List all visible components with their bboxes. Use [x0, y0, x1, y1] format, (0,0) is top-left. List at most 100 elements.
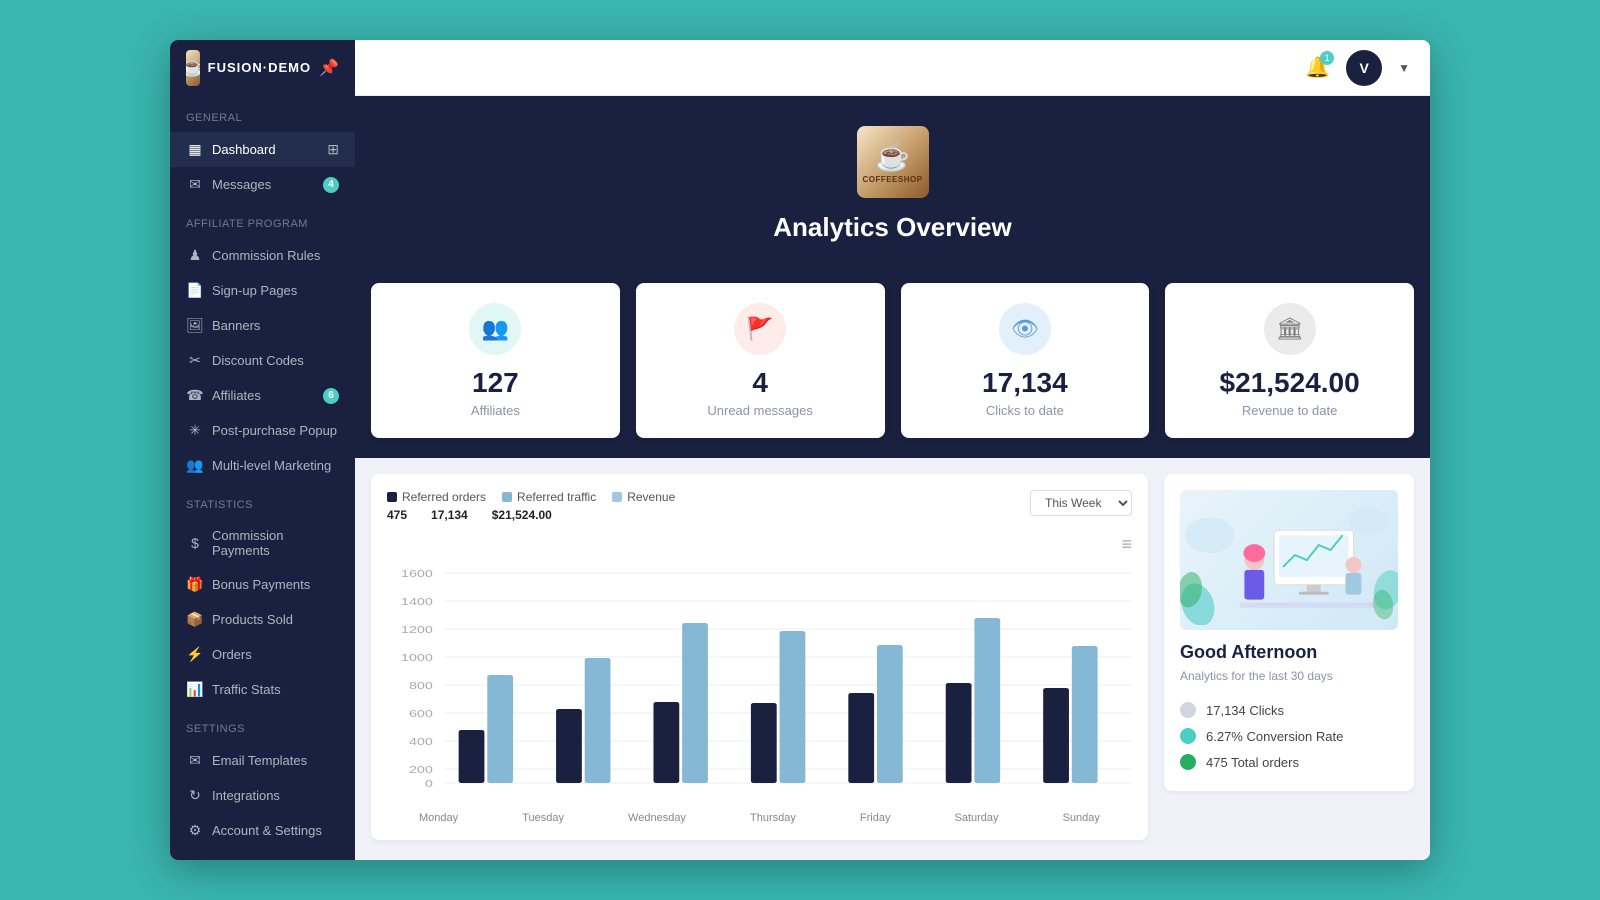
bar-thursday[interactable]	[751, 631, 805, 783]
discount-icon: ✂	[186, 352, 204, 369]
page-title: Analytics Overview	[375, 212, 1410, 243]
greeting-svg	[1180, 495, 1398, 625]
analytics-label-clicks: 17,134 Clicks	[1206, 703, 1284, 718]
svg-text:200: 200	[409, 764, 433, 775]
sidebar-item-sign-up-pages[interactable]: 📄 Sign-up Pages	[170, 273, 355, 308]
sidebar-item-post-purchase[interactable]: ✳ Post-purchase Popup	[170, 413, 355, 448]
bar-monday[interactable]	[459, 675, 513, 783]
revenue-stat-icon: 🏛	[1264, 303, 1316, 355]
sidebar-item-affiliates[interactable]: ☎ Affiliates 6	[170, 378, 355, 413]
legend-label-referred-orders: Referred orders	[402, 490, 486, 504]
x-label-sunday: Sunday	[1063, 812, 1100, 824]
commission-payments-icon: $	[186, 535, 204, 551]
email-templates-icon: ✉	[186, 752, 204, 769]
sidebar-item-banners[interactable]: 🖼 Banners	[170, 308, 355, 343]
sidebar-item-discount-codes[interactable]: ✂ Discount Codes	[170, 343, 355, 378]
notification-badge: 1	[1320, 51, 1334, 65]
analytics-dot-orders	[1180, 754, 1196, 770]
top-bar-right: 🔔 1 V ▼	[1305, 50, 1410, 86]
sidebar-item-commission-payments[interactable]: $ Commission Payments	[170, 519, 355, 567]
sidebar-label-products-sold: Products Sold	[212, 612, 293, 627]
sidebar-label-sign-up-pages: Sign-up Pages	[212, 283, 297, 298]
bar-wednesday[interactable]	[653, 623, 707, 783]
notification-bell[interactable]: 🔔 1	[1305, 55, 1330, 80]
commission-rules-icon: ♟	[186, 247, 204, 264]
sidebar-label-commission-payments: Commission Payments	[212, 528, 339, 558]
sidebar-item-orders[interactable]: ⚡ Orders	[170, 637, 355, 672]
user-avatar[interactable]: V	[1346, 50, 1382, 86]
bar-friday[interactable]	[848, 645, 902, 783]
pin-icon[interactable]: 📌	[319, 58, 339, 78]
mlm-icon: 👥	[186, 457, 204, 474]
legend-label-referred-traffic: Referred traffic	[517, 490, 596, 504]
chart-panel: Referred orders Referred traffic Revenue	[371, 474, 1148, 840]
revenue-stat-label: Revenue to date	[1181, 403, 1398, 418]
bar-chart: 1600 1400 1200 1000 800 600 400 200 0	[387, 563, 1132, 803]
shop-logo: ☕ COFFEESHOP	[857, 126, 929, 198]
legend-dot-revenue	[612, 492, 622, 502]
svg-text:1200: 1200	[401, 624, 433, 635]
affiliates-icon: ☎	[186, 387, 204, 404]
banners-icon: 🖼	[186, 317, 204, 334]
sidebar-label-messages: Messages	[212, 177, 271, 192]
sidebar-item-dashboard[interactable]: ▦ Dashboard ⊞	[170, 132, 355, 167]
app-logo: ☕	[186, 50, 200, 86]
chart-filter-select[interactable]: This Week Last Week This Month Last Mont…	[1030, 490, 1132, 516]
products-sold-icon: 📦	[186, 611, 204, 628]
analytics-label-conversion: 6.27% Conversion Rate	[1206, 729, 1343, 744]
content-area: ☕ COFFEESHOP Analytics Overview 👥 127 Af…	[355, 96, 1430, 860]
sidebar-item-email-templates[interactable]: ✉ Email Templates	[170, 743, 355, 778]
chart-filter[interactable]: This Week Last Week This Month Last Mont…	[1030, 490, 1132, 516]
chart-stat-value-revenue: $21,524.00	[492, 508, 552, 522]
legend-referred-traffic: Referred traffic	[502, 490, 596, 504]
analytics-dot-clicks	[1180, 702, 1196, 718]
hero-section: ☕ COFFEESHOP Analytics Overview	[355, 96, 1430, 283]
traffic-icon: 📊	[186, 681, 204, 698]
sidebar-label-bonus-payments: Bonus Payments	[212, 577, 310, 592]
analytics-list: 17,134 Clicks 6.27% Conversion Rate 475 …	[1180, 697, 1398, 775]
dashboard-icon-right: ⊞	[327, 141, 339, 158]
sidebar-label-email-templates: Email Templates	[212, 753, 307, 768]
signup-pages-icon: 📄	[186, 282, 204, 299]
sidebar-item-mlm[interactable]: 👥 Multi-level Marketing	[170, 448, 355, 483]
sidebar-label-account-settings: Account & Settings	[212, 823, 322, 838]
user-dropdown-arrow[interactable]: ▼	[1398, 61, 1410, 75]
sidebar-item-traffic-stats[interactable]: 📊 Traffic Stats	[170, 672, 355, 707]
sidebar-label-traffic-stats: Traffic Stats	[212, 682, 281, 697]
sidebar-item-bonus-payments[interactable]: 🎁 Bonus Payments	[170, 567, 355, 602]
bar-tuesday[interactable]	[556, 658, 610, 783]
sidebar-item-integrations[interactable]: ↻ Integrations	[170, 778, 355, 813]
chart-menu-icon[interactable]: ≡	[387, 534, 1132, 555]
legend-referred-orders: Referred orders	[387, 490, 486, 504]
affiliates-stat-number: 127	[387, 367, 604, 399]
analytics-label-orders: 475 Total orders	[1206, 755, 1299, 770]
stat-card-revenue: 🏛 $21,524.00 Revenue to date	[1165, 283, 1414, 438]
svg-text:800: 800	[409, 680, 433, 691]
legend-label-revenue: Revenue	[627, 490, 675, 504]
analytics-item-clicks: 17,134 Clicks	[1180, 697, 1398, 723]
analytics-item-conversion: 6.27% Conversion Rate	[1180, 723, 1398, 749]
sidebar: General ▦ Dashboard ⊞ ✉ Messages 4 Affil…	[170, 96, 355, 860]
right-panel: Good Afternoon Analytics for the last 30…	[1164, 474, 1414, 840]
svg-text:1400: 1400	[401, 596, 433, 607]
legend-dot-referred-traffic	[502, 492, 512, 502]
sidebar-item-commission-rules[interactable]: ♟ Commission Rules	[170, 238, 355, 273]
stat-card-affiliates: 👥 127 Affiliates	[371, 283, 620, 438]
sidebar-label-dashboard: Dashboard	[212, 142, 276, 157]
sidebar-item-products-sold[interactable]: 📦 Products Sold	[170, 602, 355, 637]
sidebar-label-integrations: Integrations	[212, 788, 280, 803]
chart-stat-revenue: $21,524.00	[492, 508, 552, 522]
dashboard-icon: ▦	[186, 141, 204, 158]
sidebar-label-mlm: Multi-level Marketing	[212, 458, 331, 473]
section-label-statistics: Statistics	[170, 483, 355, 519]
greeting-illustration	[1180, 490, 1398, 630]
chart-stat-referred-traffic: 17,134	[431, 508, 468, 522]
chart-stat-value-referred-orders: 475	[387, 508, 407, 522]
bar-sunday[interactable]	[1043, 646, 1097, 783]
chart-stat-value-referred-traffic: 17,134	[431, 508, 468, 522]
sidebar-item-account-settings[interactable]: ⚙ Account & Settings	[170, 813, 355, 848]
analytics-dot-conversion	[1180, 728, 1196, 744]
sidebar-item-messages[interactable]: ✉ Messages 4	[170, 167, 355, 202]
bar-saturday[interactable]	[946, 618, 1000, 783]
greeting-subtitle: Analytics for the last 30 days	[1180, 669, 1398, 683]
